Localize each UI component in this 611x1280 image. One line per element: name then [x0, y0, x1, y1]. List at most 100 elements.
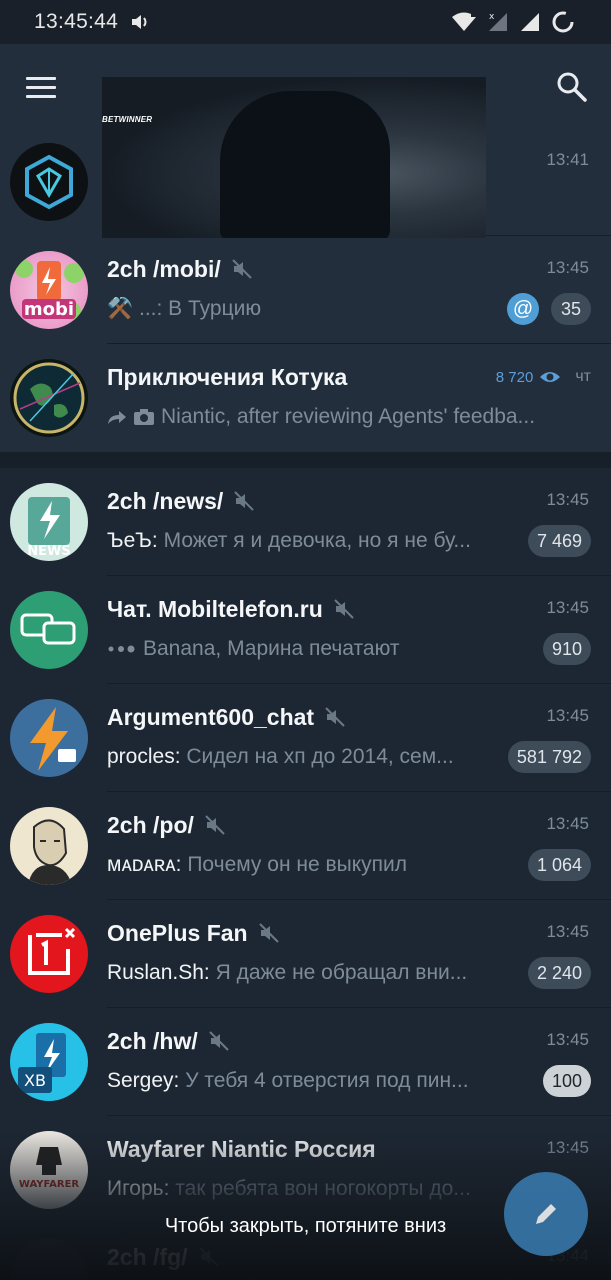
chat-row[interactable]: NEWS 2ch /news/ 13:45 ЪеЪ: Может я и дев…	[0, 468, 611, 576]
status-icons: x	[451, 10, 575, 34]
avatar	[10, 359, 88, 437]
hw-logo-icon: XB	[18, 1033, 66, 1093]
avatar: XB	[10, 1023, 88, 1101]
pull-to-close-hint: Чтобы закрыть, потяните вниз	[164, 1215, 447, 1237]
chat-row[interactable]: 2ch /po/ 13:45 ᴍᴀᴅᴀʀᴀ: Почему он не выку…	[0, 792, 611, 900]
chat-row[interactable]: mobi 2ch /mobi/ 13:45 ⚒️ ...: В Турцию @…	[0, 236, 611, 344]
svg-text:mobi: mobi	[24, 299, 74, 320]
chat-sender: Sergey:	[107, 1069, 180, 1092]
pinned-divider	[0, 452, 611, 468]
chat-name: Чат. Mobiltelefon.ru	[107, 595, 323, 622]
avatar	[10, 143, 88, 221]
chat-time: 13:45	[546, 258, 589, 277]
chat-time: 13:41	[546, 150, 589, 169]
typing-icon	[108, 645, 135, 653]
chat-sender: Ruslan.Sh:	[107, 961, 210, 984]
chat-name: Wayfarer Niantic Россия	[107, 1135, 376, 1162]
oneplus-logo-icon	[28, 927, 76, 975]
chat-sender: ЪеЪ:	[107, 529, 158, 552]
signal-icon	[521, 13, 539, 31]
lightning-icon	[30, 707, 76, 771]
chat-name: 2ch /hw/	[107, 1027, 198, 1054]
chat-message: Может я и девочка, но я не бу...	[157, 529, 471, 552]
chat-sender: Игорь:	[107, 1177, 170, 1200]
svg-text:WAYFARER: WAYFARER	[19, 1179, 80, 1190]
svg-text:XB: XB	[24, 1071, 46, 1090]
avatar	[10, 699, 88, 777]
chat-message: Я даже не обращал вни...	[209, 961, 468, 984]
chat-row[interactable]: Чат. Mobiltelefon.ru 13:45 Banana, Марин…	[0, 576, 611, 684]
camera-icon	[134, 409, 154, 425]
avatar	[10, 1239, 88, 1280]
chat-time: 13:45	[546, 814, 589, 833]
chat-name: 2ch /mobi/	[107, 255, 221, 282]
mute-icon	[234, 491, 255, 511]
chat-message: ⚒️ ...: В Турцию	[107, 297, 262, 320]
svg-text:x: x	[489, 12, 495, 22]
eye-icon	[540, 372, 561, 382]
mention-badge: @	[507, 293, 539, 325]
no-sim-signal-icon: x	[489, 12, 507, 31]
chat-name: OnePlus Fan	[107, 919, 248, 946]
chat-name: 2ch /po/	[107, 811, 194, 838]
chat-day: чт	[575, 368, 591, 385]
chat-time: 13:45	[546, 598, 589, 617]
ingress-logo-icon	[25, 154, 73, 210]
portrait-icon	[28, 819, 72, 885]
avatar	[10, 591, 88, 669]
mute-icon	[205, 815, 225, 835]
chat-row[interactable]: Приключения Котука 8 720 чт Niantic, aft…	[0, 344, 611, 452]
unread-badge: 2 240	[527, 957, 591, 989]
mute-icon	[232, 259, 252, 279]
chat-message: так ребята вон ногокорты до...	[169, 1177, 471, 1200]
chat-name: Argument600_chat	[107, 703, 315, 730]
mute-icon	[258, 923, 279, 943]
loading-icon	[552, 11, 574, 33]
chat-row[interactable]: OnePlus Fan 13:45 Ruslan.Sh: Я даже не о…	[0, 900, 611, 1008]
news-logo-icon: NEWS	[27, 497, 71, 559]
wayfarer-logo-icon: WAYFARER	[19, 1147, 80, 1190]
menu-icon[interactable]	[26, 77, 56, 99]
chat-message: Banana, Марина печатают	[143, 637, 400, 660]
avatar	[10, 915, 88, 993]
unread-badge: 581 792	[507, 741, 591, 773]
unread-badge: 100	[542, 1065, 591, 1097]
mute-icon	[209, 1031, 229, 1051]
mute-icon	[325, 707, 345, 727]
mute-icon	[198, 1247, 219, 1267]
unread-badge: 1 064	[527, 849, 591, 881]
chat-time: 13:45	[546, 490, 589, 509]
unread-badge: 7 469	[527, 525, 591, 557]
chat-time: 13:45	[546, 1030, 589, 1049]
chat-message: Почему он не выкупил	[181, 853, 408, 876]
mobi-logo-icon: mobi	[15, 260, 84, 320]
video-overlay[interactable]: BETWINNER	[102, 77, 486, 238]
chat-message: У тебя 4 отверстия под пин...	[179, 1069, 469, 1092]
compose-button[interactable]	[504, 1172, 588, 1256]
chat-message: Niantic, after reviewing Agents' feedba.…	[161, 405, 536, 428]
unread-badge: 910	[542, 633, 591, 665]
search-icon[interactable]	[555, 70, 589, 104]
wifi-icon	[452, 11, 477, 31]
chat-bubbles-icon	[20, 613, 76, 645]
chat-sender: ᴍᴀᴅᴀʀᴀ:	[107, 853, 182, 876]
avatar: WAYFARER	[10, 1131, 88, 1209]
avatar: mobi	[10, 251, 88, 329]
view-count: 8 720	[495, 368, 534, 386]
chat-message: Сидел на хп до 2014, сем...	[180, 745, 454, 768]
chat-row[interactable]: Argument600_chat 13:45 procles: Сидел на…	[0, 684, 611, 792]
svg-text:NEWS: NEWS	[27, 544, 70, 559]
volume-icon	[132, 15, 147, 29]
chat-time: 13:45	[546, 922, 589, 941]
status-bar: 13:45:44 x	[0, 0, 611, 44]
video-brand-label: BETWINNER	[102, 115, 153, 124]
chat-name: Приключения Котука	[107, 363, 348, 390]
chat-time: 13:45	[546, 706, 589, 725]
avatar	[10, 807, 88, 885]
status-time: 13:45:44	[34, 10, 119, 33]
chat-time: 13:45	[546, 1138, 589, 1157]
chat-name: 2ch /news/	[107, 487, 224, 514]
earth-icon	[13, 362, 85, 434]
forward-icon	[108, 411, 126, 424]
chat-row[interactable]: XB 2ch /hw/ 13:45 Sergey: У тебя 4 отвер…	[0, 1008, 611, 1116]
